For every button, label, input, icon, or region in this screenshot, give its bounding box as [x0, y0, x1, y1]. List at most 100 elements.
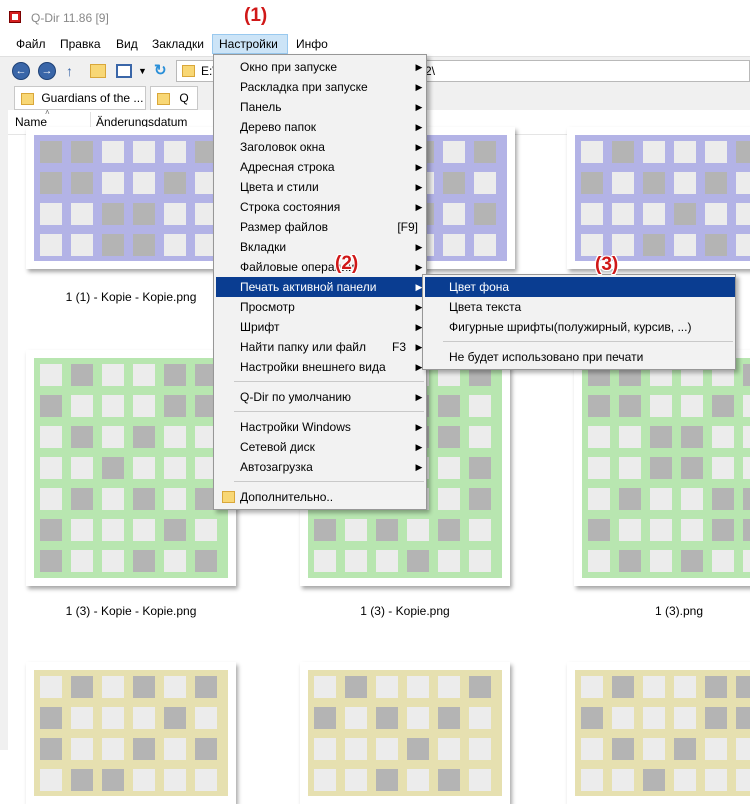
menu-item[interactable]: Окно при запуске ▶ — [216, 57, 426, 77]
file-thumbnail[interactable] — [26, 662, 236, 804]
thumbnail-cell — [71, 426, 93, 448]
menu-item[interactable]: Найти папку или файл F3 ▶ — [216, 337, 426, 357]
thumbnail-cell — [612, 203, 634, 225]
thumbnail-cell — [743, 364, 750, 386]
menu-file[interactable]: Файл — [10, 34, 52, 54]
submenu-arrow-icon: ▶ — [415, 142, 423, 152]
thumbnail-cell — [164, 364, 186, 386]
thumbnail-cell — [195, 707, 217, 729]
menu-separator — [234, 381, 424, 382]
menu-item[interactable]: Сетевой диск ▶ — [216, 437, 426, 457]
menu-item[interactable]: Шрифт ▶ — [216, 317, 426, 337]
thumbnail-cell — [469, 426, 491, 448]
new-folder-icon[interactable] — [90, 64, 106, 78]
menu-item[interactable]: Автозагрузка ▶ — [216, 457, 426, 477]
folder-icon — [21, 92, 34, 105]
menu-item[interactable]: Строка состояния ▶ — [216, 197, 426, 217]
thumbnail-cell — [643, 234, 665, 256]
menu-item[interactable]: Вкладки ▶ — [216, 237, 426, 257]
menu-item[interactable]: Раскладка при запуске ▶ — [216, 77, 426, 97]
thumbnail-cell — [612, 738, 634, 760]
file-thumbnail[interactable] — [574, 350, 750, 586]
thumbnail-cell — [314, 707, 336, 729]
thumbnail-cell — [712, 488, 734, 510]
thumbnail-cell — [438, 488, 460, 510]
thumbnail-image — [308, 670, 502, 796]
file-thumbnail[interactable] — [26, 350, 236, 586]
menu-item[interactable]: Фигурные шрифты(полужирный, курсив, ...) — [425, 317, 735, 337]
thumbnail-cell — [443, 234, 465, 256]
menu-item[interactable]: Файловые операции ▶ — [216, 257, 426, 277]
thumbnail-cell — [743, 457, 750, 479]
thumbnail-cell — [133, 769, 155, 791]
forward-icon[interactable]: → — [38, 62, 56, 80]
menu-item[interactable]: Размер файлов [F9] — [216, 217, 426, 237]
file-thumbnail[interactable] — [567, 127, 750, 269]
thumbnail-cell — [705, 738, 727, 760]
menu-item[interactable]: Просмотр ▶ — [216, 297, 426, 317]
submenu-arrow-icon: ▶ — [415, 82, 423, 92]
thumbnail-cell — [133, 172, 155, 194]
thumbnail-cell — [40, 707, 62, 729]
thumbnail-cell — [40, 519, 62, 541]
tab-q[interactable]: Q — [150, 86, 198, 110]
thumbnail-cell — [681, 395, 703, 417]
app-icon[interactable] — [9, 11, 21, 23]
file-thumbnail[interactable] — [26, 127, 236, 269]
menu-view[interactable]: Вид — [110, 34, 144, 54]
thumbnail-cell — [619, 395, 641, 417]
thumbnail-cell — [619, 519, 641, 541]
file-thumbnail[interactable] — [567, 662, 750, 804]
menu-item-label: Сетевой диск — [240, 440, 315, 454]
menu-item[interactable]: Цвет фона — [425, 277, 735, 297]
menu-item[interactable]: Дополнительно.. — [216, 487, 426, 507]
thumbnail-image — [575, 670, 750, 796]
sort-arrow-icon: ˄ — [45, 108, 50, 117]
menu-item-label: Просмотр — [240, 300, 295, 314]
thumbnail-cell — [612, 676, 634, 698]
menu-item[interactable]: Заголовок окна ▶ — [216, 137, 426, 157]
menu-edit[interactable]: Правка — [54, 34, 107, 54]
thumbnail-cell — [588, 519, 610, 541]
view-mode-icon[interactable] — [116, 64, 132, 78]
folder-icon — [182, 65, 195, 77]
menu-item[interactable]: Адресная строка ▶ — [216, 157, 426, 177]
thumbnail-cell — [164, 488, 186, 510]
thumbnail-cell — [71, 172, 93, 194]
thumbnail-cell — [736, 234, 750, 256]
up-folder-icon[interactable]: ↑ — [66, 62, 84, 80]
menu-item[interactable]: Печать активной панели ▶ — [216, 277, 426, 297]
thumbnail-cell — [40, 234, 62, 256]
file-label[interactable]: 1 (3) - Kopie - Kopie.png — [11, 604, 251, 618]
menu-item-label: Автозагрузка — [240, 460, 313, 474]
thumbnail-cell — [743, 395, 750, 417]
thumbnail-cell — [674, 234, 696, 256]
tab-guardians[interactable]: Guardians of the ... — [14, 86, 146, 110]
thumbnail-cell — [407, 769, 429, 791]
menu-item[interactable]: Цвета текста — [425, 297, 735, 317]
thumbnail-cell — [681, 488, 703, 510]
thumbnail-cell — [102, 769, 124, 791]
thumbnail-cell — [164, 707, 186, 729]
file-label[interactable]: 1 (3).png — [559, 604, 750, 618]
thumbnail-cell — [681, 457, 703, 479]
menu-bookmarks[interactable]: Закладки — [146, 34, 210, 54]
menu-item[interactable]: Q-Dir по умолчанию ▶ — [216, 387, 426, 407]
file-thumbnail[interactable] — [300, 662, 510, 804]
thumbnail-cell — [643, 707, 665, 729]
file-label[interactable]: 1 (3) - Kopie.png — [285, 604, 525, 618]
menu-info[interactable]: Инфо — [290, 34, 334, 54]
thumbnail-cell — [102, 707, 124, 729]
menu-item[interactable]: Панель ▶ — [216, 97, 426, 117]
menu-item[interactable]: Настройки Windows ▶ — [216, 417, 426, 437]
back-icon[interactable]: ← — [12, 62, 30, 80]
menu-settings[interactable]: Настройки — [212, 34, 288, 54]
menu-item[interactable]: Настройки внешнего вида ▶ — [216, 357, 426, 377]
menu-item-label: Раскладка при запуске — [240, 80, 368, 94]
thumbnail-cell — [133, 141, 155, 163]
thumbnail-cell — [469, 519, 491, 541]
refresh-icon[interactable]: ↻ — [154, 62, 172, 80]
menu-item[interactable]: Дерево папок ▶ — [216, 117, 426, 137]
menu-item[interactable]: Цвета и стили ▶ — [216, 177, 426, 197]
menu-item[interactable]: Не будет использовано при печати — [425, 347, 735, 367]
